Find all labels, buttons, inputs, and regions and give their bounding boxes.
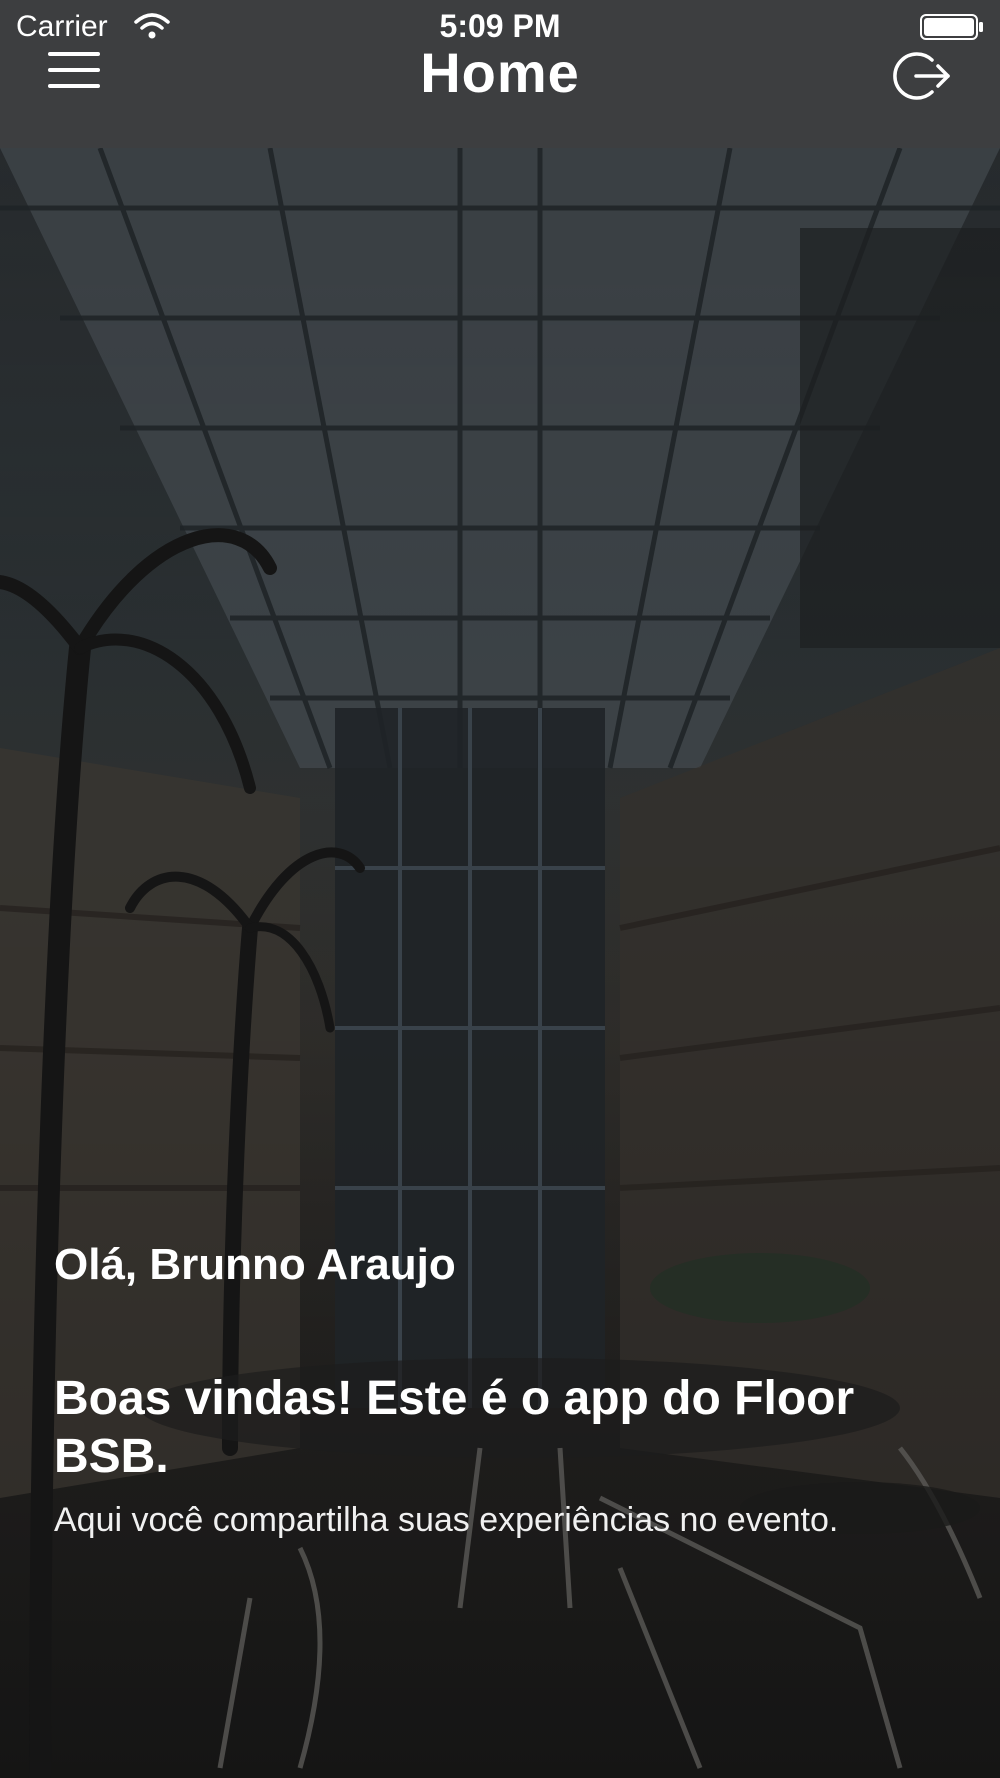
logout-icon[interactable] — [892, 46, 952, 106]
welcome-title: Boas vindas! Este é o app do Floor BSB. — [54, 1372, 855, 1483]
battery-icon — [920, 14, 983, 40]
welcome-description: Aqui você compartilha suas experiências … — [54, 1501, 839, 1539]
clock: 5:09 PM — [439, 8, 561, 44]
background-image: Olá, Brunno Araujo Boas vindas! Este é o… — [0, 148, 1000, 1778]
greeting-text: Olá, Brunno Araujo — [54, 1240, 456, 1289]
status-bar: Carrier 5:09 PM — [0, 0, 1000, 52]
